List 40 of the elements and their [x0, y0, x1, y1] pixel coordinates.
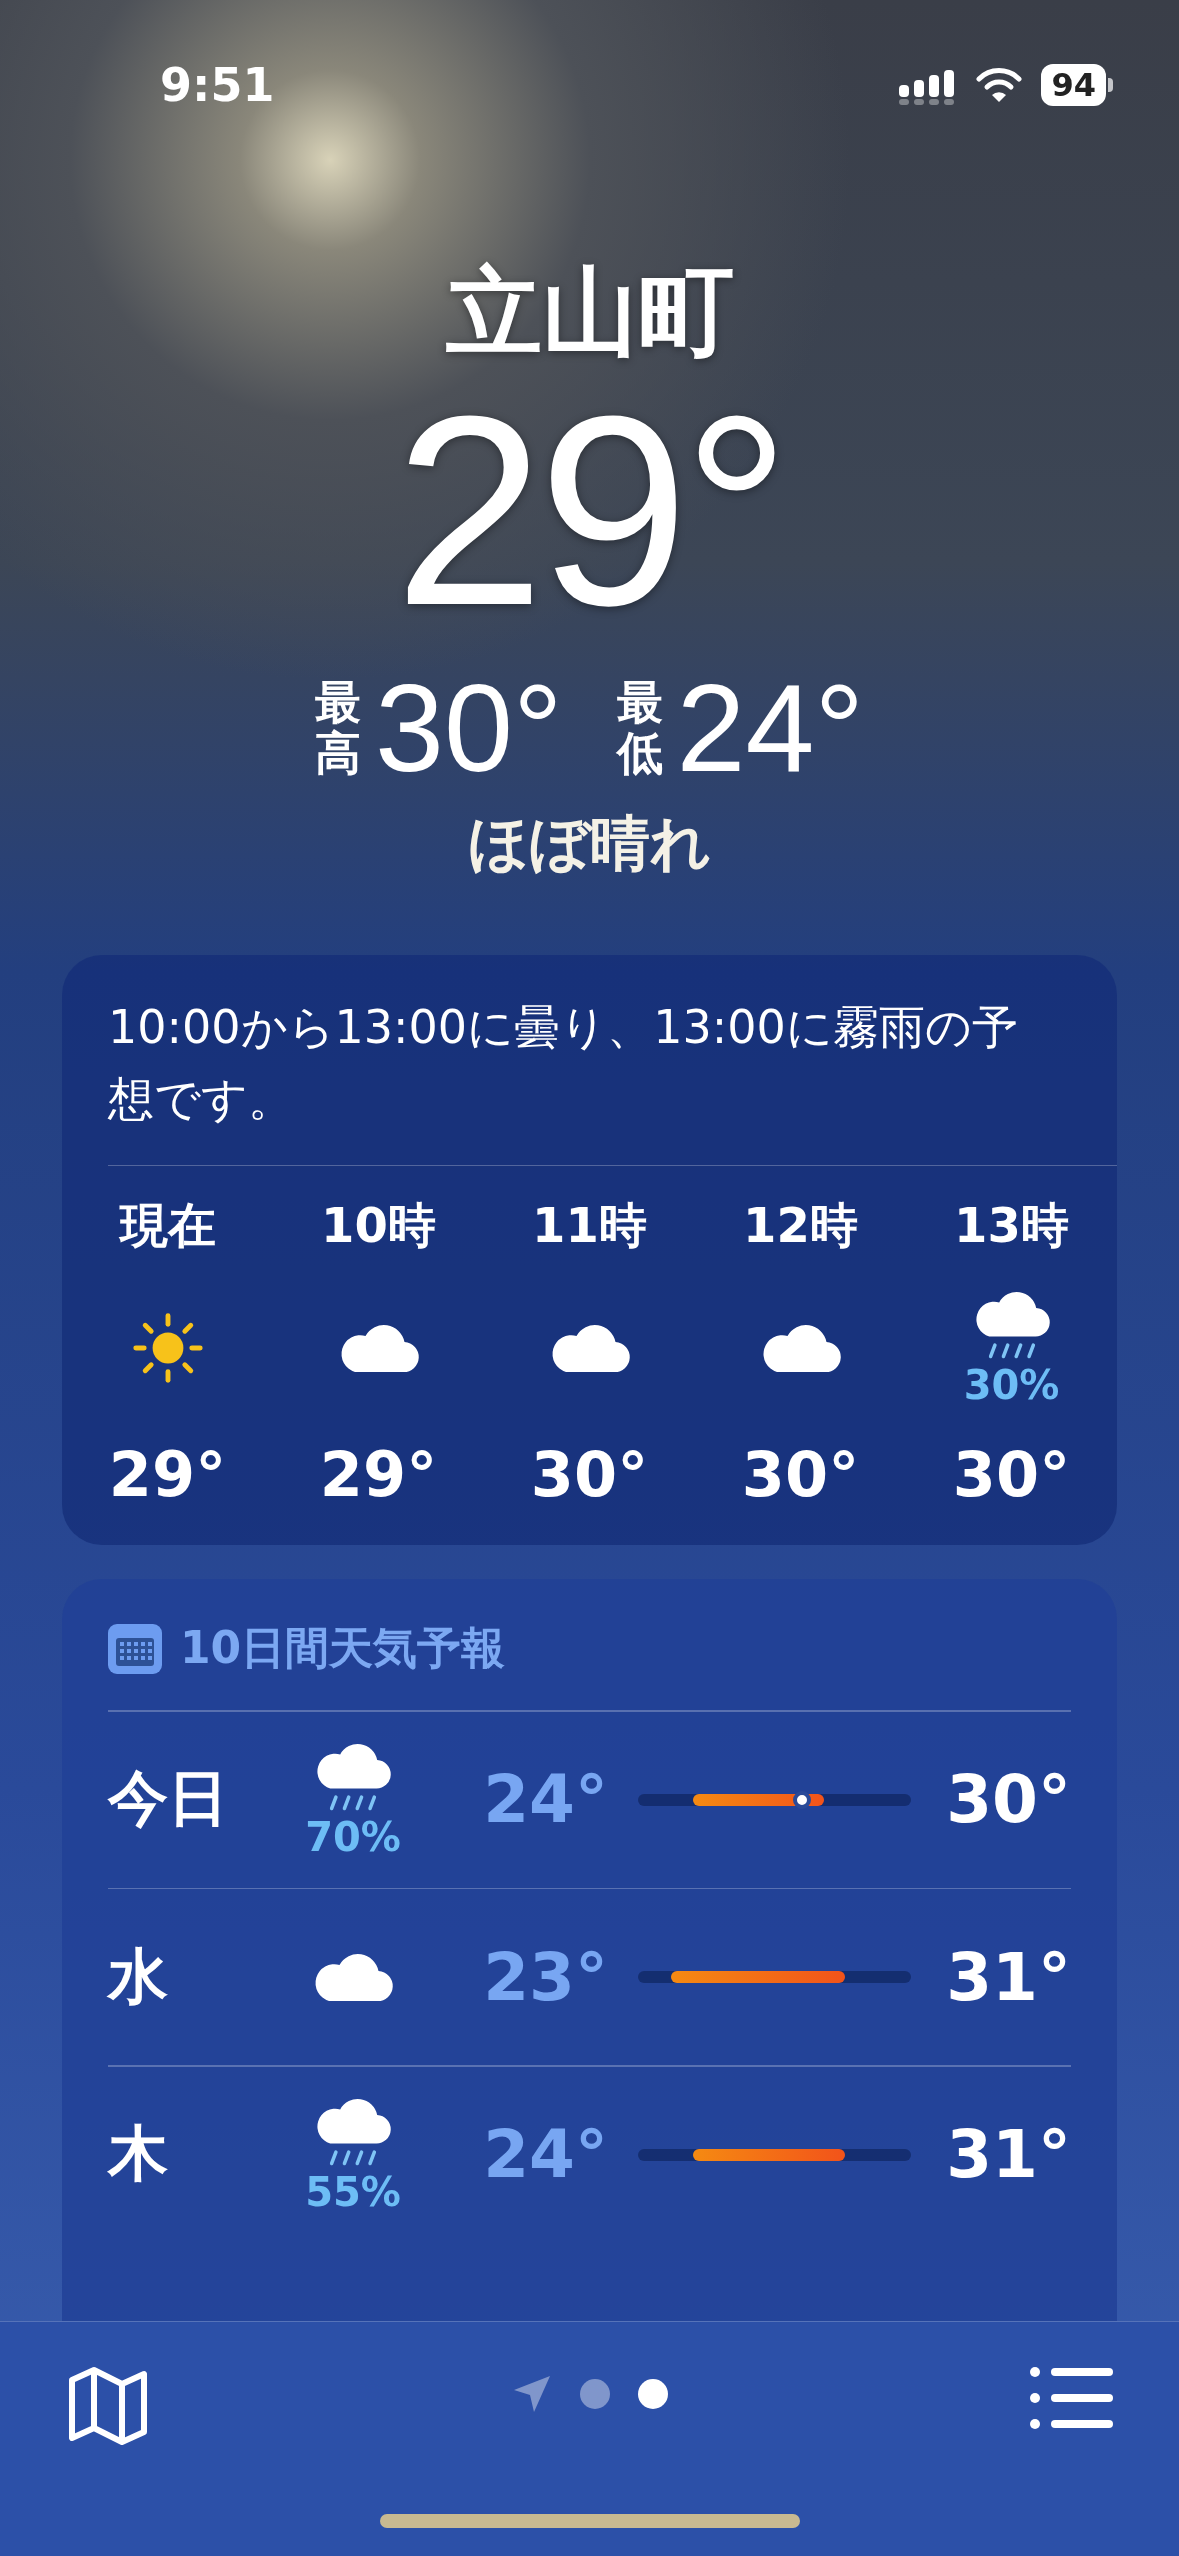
hour-label: 11時: [532, 1196, 647, 1256]
list-icon: [1029, 2366, 1113, 2430]
weather-condition: ほぼ晴れ: [468, 806, 711, 880]
forecast-title: 10日間天気予報: [180, 1621, 506, 1676]
hour-temperature: 30°: [741, 1438, 860, 1512]
forecast-summary: 10:00から13:00に曇り、13:00に霧雨の予想です。: [108, 998, 1019, 1128]
page-dot[interactable]: [637, 2379, 668, 2409]
precipitation-chance: 70%: [305, 1816, 401, 1857]
page-dot[interactable]: [579, 2379, 610, 2409]
current-temperature: 29°: [394, 375, 785, 646]
calendar-icon: [108, 1623, 162, 1674]
day-label: 今日: [108, 1762, 229, 1836]
low-temperature: 24°: [482, 2116, 608, 2194]
status-time: 9:51: [160, 58, 275, 112]
high-temperature: 31°: [945, 2116, 1071, 2194]
day-label: 水: [108, 1939, 169, 2013]
list-button[interactable]: [1029, 2366, 1113, 2430]
high-temperature: 31°: [945, 1938, 1071, 2016]
precipitation-chance: 30%: [963, 1365, 1060, 1406]
high-label: 最高: [315, 677, 361, 779]
precipitation-chance: 55%: [305, 2171, 401, 2212]
low-label: 最低: [616, 677, 663, 779]
map-button[interactable]: [66, 2366, 150, 2446]
low-temperature: 23°: [482, 1938, 608, 2016]
high-temperature: 30°: [945, 1761, 1071, 1839]
high-temperature: 30°: [375, 665, 563, 790]
day-label: 木: [108, 2117, 169, 2191]
hour-label: 現在: [119, 1196, 216, 1256]
location-name: 立山町: [445, 260, 734, 366]
hour-temperature: 29°: [319, 1438, 438, 1512]
hour-label: 12時: [743, 1196, 858, 1256]
hour-label: 13時: [954, 1196, 1069, 1256]
hour-temperature: 30°: [530, 1438, 649, 1512]
hour-temperature: 30°: [952, 1438, 1071, 1512]
map-icon: [66, 2366, 150, 2446]
low-temperature: 24°: [676, 665, 864, 790]
hour-label: 10時: [321, 1196, 436, 1256]
wifi-icon: [975, 67, 1024, 103]
low-temperature: 24°: [482, 1761, 608, 1839]
hour-temperature: 29°: [108, 1438, 227, 1512]
